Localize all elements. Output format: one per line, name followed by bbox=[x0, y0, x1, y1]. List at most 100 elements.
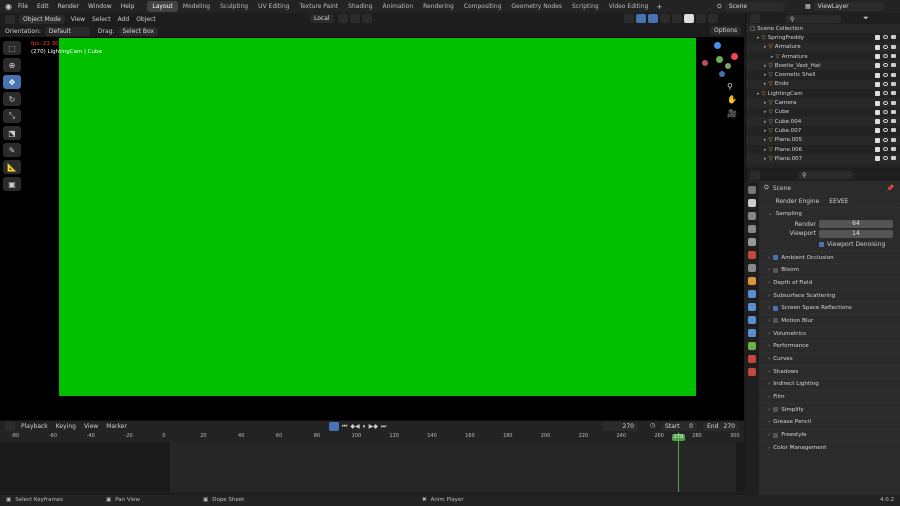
include-checkbox[interactable] bbox=[875, 91, 880, 97]
camera-view-icon[interactable]: 🎥 bbox=[727, 109, 737, 118]
include-checkbox[interactable] bbox=[875, 137, 880, 143]
modifier-tab-icon[interactable] bbox=[748, 290, 756, 298]
collection-tab-icon[interactable] bbox=[748, 264, 756, 272]
timeline-menu-marker[interactable]: Marker bbox=[106, 423, 127, 430]
include-checkbox[interactable] bbox=[875, 81, 880, 87]
expand-arrow-icon[interactable]: ▸ bbox=[764, 128, 767, 134]
outliner-item[interactable]: ▸ ▽ Bowtie_Vest_Hat bbox=[746, 61, 900, 71]
particles-tab-icon[interactable] bbox=[748, 303, 756, 311]
end-frame-field[interactable]: End 270 bbox=[703, 422, 739, 431]
eye-icon[interactable] bbox=[883, 119, 888, 124]
section-checkbox[interactable] bbox=[773, 318, 779, 324]
expand-arrow-icon[interactable]: ▸ bbox=[764, 44, 767, 50]
render-camera-icon[interactable] bbox=[891, 128, 896, 133]
section-depth-of-field[interactable]: › Depth of Field bbox=[746, 276, 900, 289]
eye-icon[interactable] bbox=[883, 156, 888, 161]
include-checkbox[interactable] bbox=[875, 128, 880, 134]
menu-help[interactable]: Help bbox=[121, 3, 135, 10]
expand-arrow-icon[interactable]: ▸ bbox=[764, 156, 767, 162]
section-checkbox[interactable] bbox=[773, 267, 779, 273]
pan-hand-icon[interactable]: ✋ bbox=[727, 95, 737, 104]
timeline-editor-icon[interactable] bbox=[5, 422, 15, 431]
render-camera-icon[interactable] bbox=[891, 119, 896, 124]
visibility-icon[interactable] bbox=[624, 14, 634, 23]
outliner-item[interactable]: ▸ ▽ LightingCam bbox=[746, 89, 900, 98]
tab-rendering[interactable]: Rendering bbox=[418, 1, 459, 12]
xray-icon[interactable] bbox=[660, 14, 670, 23]
pivot-icon[interactable] bbox=[337, 14, 348, 23]
include-checkbox[interactable] bbox=[875, 109, 880, 115]
expand-arrow-icon[interactable]: ▸ bbox=[764, 63, 767, 69]
outliner-item[interactable]: ▸ ▽ Armature bbox=[746, 52, 900, 61]
outliner-item[interactable]: ▸ ▽ Plane.007 bbox=[746, 154, 900, 164]
current-frame-field[interactable]: 270 bbox=[602, 422, 638, 431]
outliner-editor-icon[interactable] bbox=[750, 14, 760, 23]
render-camera-icon[interactable] bbox=[891, 54, 896, 59]
editor-type-icon[interactable] bbox=[5, 14, 15, 24]
scene-tab-icon[interactable] bbox=[748, 238, 756, 246]
section-curves[interactable]: › Curves bbox=[746, 352, 900, 365]
section-checkbox[interactable] bbox=[773, 305, 779, 311]
tab-animation[interactable]: Animation bbox=[378, 1, 419, 12]
eye-icon[interactable] bbox=[883, 72, 888, 77]
jump-end-icon[interactable]: ⏭ bbox=[381, 423, 386, 431]
timeline-ruler[interactable]: -80 -60 -40 -20 0 20 40 60 80 100 120 140 160 180 200 2… bbox=[0, 432, 744, 492]
auto-keying-icon[interactable] bbox=[329, 422, 339, 431]
expand-arrow-icon[interactable]: ▸ bbox=[764, 100, 767, 106]
include-checkbox[interactable] bbox=[875, 72, 880, 78]
timeline-menu-keying[interactable]: Keying bbox=[56, 423, 76, 430]
properties-search-input[interactable]: ⚲ bbox=[798, 171, 853, 179]
expand-arrow-icon[interactable]: ▸ bbox=[757, 91, 760, 97]
section-indirect-lighting[interactable]: › Indirect Lighting bbox=[746, 377, 900, 391]
eye-icon[interactable] bbox=[883, 100, 888, 105]
render-camera-icon[interactable] bbox=[891, 147, 896, 151]
render-camera-icon[interactable] bbox=[891, 35, 896, 40]
overlay-toggle-icon[interactable] bbox=[648, 14, 658, 23]
include-checkbox[interactable] bbox=[875, 100, 880, 106]
cursor-tool[interactable]: ⊕ bbox=[3, 58, 21, 72]
physics-tab-icon[interactable] bbox=[748, 316, 756, 324]
options-button[interactable]: Options bbox=[710, 26, 742, 35]
viewlayer-name[interactable]: ViewLayer bbox=[813, 2, 884, 11]
eye-icon[interactable] bbox=[883, 91, 888, 96]
render-samples-field[interactable]: 64 bbox=[819, 220, 893, 229]
section-ambient-occlusion[interactable]: › Ambient Occlusion bbox=[746, 250, 900, 264]
constraints-tab-icon[interactable] bbox=[748, 329, 756, 337]
measure-tool[interactable]: 📐 bbox=[3, 160, 21, 174]
render-camera-icon[interactable] bbox=[891, 81, 896, 86]
shading-material-icon[interactable] bbox=[696, 14, 706, 23]
include-checkbox[interactable] bbox=[875, 156, 880, 162]
expand-arrow-icon[interactable]: ▸ bbox=[764, 137, 767, 143]
orientation-dropdown[interactable]: Default bbox=[44, 26, 90, 36]
expand-arrow-icon[interactable]: ▸ bbox=[764, 109, 767, 115]
outliner-item[interactable]: ▸ ▽ SpringFreddy bbox=[746, 33, 900, 42]
section-screen-space-reflections[interactable]: › Screen Space Reflections bbox=[746, 301, 900, 314]
tool-tab-icon[interactable] bbox=[748, 186, 756, 194]
tab-video-editing[interactable]: Video Editing bbox=[604, 1, 654, 12]
section-motion-blur[interactable]: › Motion Blur bbox=[746, 314, 900, 327]
eye-icon[interactable] bbox=[883, 137, 888, 142]
properties-editor-icon[interactable] bbox=[750, 170, 760, 180]
include-checkbox[interactable] bbox=[875, 119, 880, 125]
move-tool[interactable]: ✥ bbox=[3, 75, 21, 89]
section-bloom[interactable]: › Bloom bbox=[746, 263, 900, 276]
shading-solid-icon[interactable] bbox=[684, 14, 694, 23]
include-checkbox[interactable] bbox=[875, 35, 880, 41]
viewport-menu-add[interactable]: Add bbox=[118, 16, 130, 23]
select-box-tool[interactable]: ⬚ bbox=[3, 41, 21, 55]
outliner-item[interactable]: ▸ ▽ Endo bbox=[746, 79, 900, 90]
menu-render[interactable]: Render bbox=[58, 3, 79, 10]
shading-rendered-icon[interactable] bbox=[708, 14, 718, 23]
tab-geometry-nodes[interactable]: Geometry Nodes bbox=[506, 1, 567, 12]
render-camera-icon[interactable] bbox=[891, 156, 896, 161]
shading-wireframe-icon[interactable] bbox=[672, 14, 682, 23]
mode-selector[interactable]: Object Mode bbox=[19, 14, 65, 24]
data-tab-icon[interactable] bbox=[748, 342, 756, 350]
menu-file[interactable]: File bbox=[18, 3, 28, 10]
render-camera-icon[interactable] bbox=[891, 44, 896, 49]
viewport-menu-view[interactable]: View bbox=[71, 16, 85, 23]
playhead[interactable] bbox=[678, 432, 679, 492]
gizmo-z-axis-icon[interactable] bbox=[714, 42, 721, 49]
outliner-item[interactable]: ▸ ▽ Cosmetic Shell bbox=[746, 70, 900, 79]
outliner-root[interactable]: ▢ Scene Collection bbox=[746, 24, 900, 34]
